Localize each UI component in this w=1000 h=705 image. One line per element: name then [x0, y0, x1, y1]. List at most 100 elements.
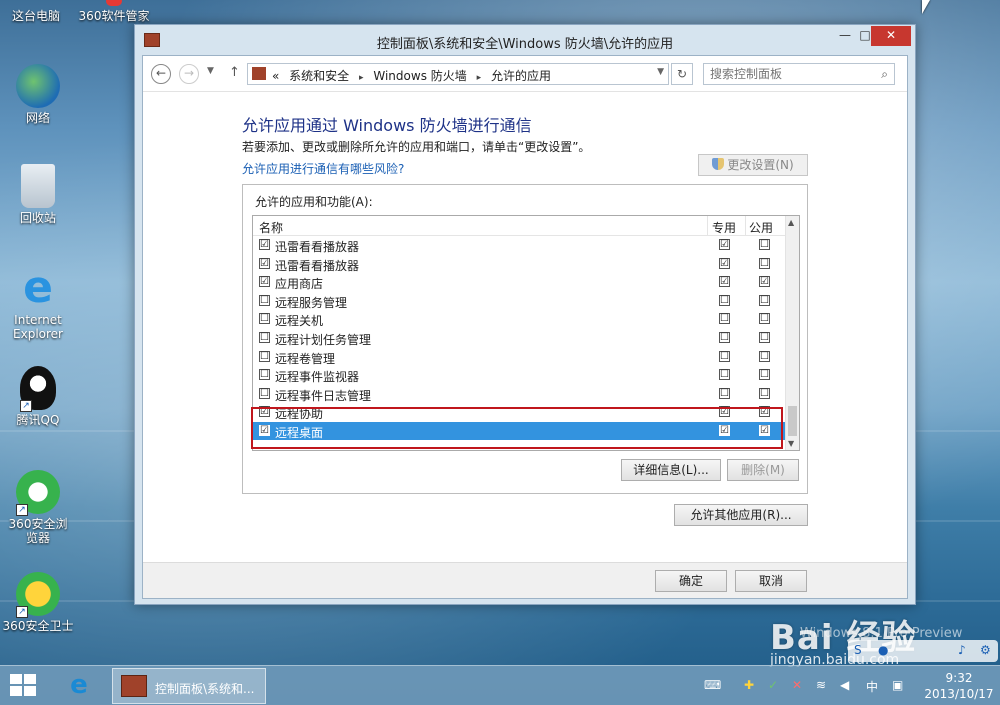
back-button[interactable]: ← [151, 64, 171, 84]
input-language-indicator[interactable]: 中 [866, 678, 878, 695]
column-divider[interactable] [745, 216, 746, 236]
taskbar-control-panel-window[interactable]: 控制面板\系统和... [112, 668, 266, 704]
ok-button[interactable]: 确定 [655, 570, 727, 592]
address-field[interactable]: « 系统和安全 ▸ Windows 防火墙 ▸ 允许的应用 ▼ [247, 63, 669, 85]
list-header: 名称 专用 公用 [253, 216, 799, 236]
public-checkbox[interactable]: ☑ [759, 276, 770, 288]
taskbar-ie-icon[interactable]: e [62, 670, 96, 702]
private-checkbox[interactable]: ☐ [719, 294, 730, 306]
table-row[interactable]: ☐ 远程卷管理 ☐ ☐ [253, 348, 787, 366]
table-row[interactable]: ☑ 迅雷看看播放器 ☑ ☐ [253, 255, 787, 273]
recent-locations-dropdown[interactable]: ▼ [207, 66, 214, 76]
column-divider[interactable] [707, 216, 708, 236]
desktop-icon-label: 360安全卫士 [2, 619, 74, 633]
breadcrumb-separator-icon[interactable]: ▸ [477, 73, 482, 83]
public-checkbox[interactable]: ☐ [759, 369, 770, 381]
desktop-icon-network[interactable]: 网络 [0, 64, 78, 125]
public-checkbox[interactable]: ☐ [759, 387, 770, 399]
mic-icon[interactable]: ● [878, 643, 888, 657]
search-input[interactable] [704, 64, 864, 84]
breadcrumb-separator-icon[interactable]: ▸ [359, 73, 364, 83]
private-checkbox[interactable]: ☐ [719, 332, 730, 343]
public-checkbox[interactable]: ☐ [759, 350, 770, 362]
app-enabled-checkbox[interactable]: ☐ [259, 332, 270, 343]
private-checkbox[interactable]: ☑ [719, 276, 730, 288]
breadcrumb-allowed-apps[interactable]: 允许的应用 [491, 69, 551, 83]
clock[interactable]: 9:32 2013/10/17 [920, 670, 998, 702]
dialog-footer: 确定 取消 [143, 562, 907, 598]
main-content: 允许应用通过 Windows 防火墙进行通信 若要添加、更改或删除所允许的应用和… [143, 92, 907, 562]
network-signal-icon[interactable]: ≋ [816, 678, 826, 692]
app-enabled-checkbox[interactable]: ☐ [259, 369, 270, 381]
app-enabled-checkbox[interactable]: ☑ [259, 239, 270, 250]
risk-info-link[interactable]: 允许应用进行通信有哪些风险? [242, 160, 404, 177]
cancel-button[interactable]: 取消 [735, 570, 807, 592]
minimize-button[interactable]: — [833, 26, 857, 46]
desktop-icon-360-software[interactable]: 360软件管家 [74, 0, 154, 23]
app-enabled-checkbox[interactable]: ☑ [259, 276, 270, 288]
scroll-thumb[interactable] [788, 406, 797, 436]
app-enabled-checkbox[interactable]: ☐ [259, 294, 270, 306]
delete-button[interactable]: 删除(M) [727, 459, 799, 481]
page-description: 若要添加、更改或删除所允许的应用和端口，请单击“更改设置”。 [242, 140, 591, 154]
breadcrumb-overflow[interactable]: « [272, 69, 279, 83]
desktop-icon-qq[interactable]: ↗ 腾讯QQ [0, 366, 78, 427]
title-bar[interactable]: 控制面板\系统和安全\Windows 防火墙\允许的应用 — □ ✕ [135, 25, 915, 55]
settings-icon[interactable]: ⚙ [980, 643, 991, 657]
vertical-scrollbar[interactable]: ▲ ▼ [785, 216, 799, 450]
app-name: 远程服务管理 [275, 295, 348, 310]
tray-check-icon[interactable]: ✓ [768, 678, 778, 692]
close-button[interactable]: ✕ [871, 26, 911, 46]
private-checkbox[interactable]: ☑ [719, 239, 730, 250]
desktop-icon-this-pc[interactable]: 这台电脑 [0, 0, 76, 23]
360-tray-icon[interactable]: ✚ [744, 678, 754, 692]
tray-alert-icon[interactable]: ✕ [792, 678, 802, 692]
scroll-down-icon[interactable]: ▼ [788, 439, 794, 448]
address-dropdown-icon[interactable]: ▼ [657, 67, 664, 77]
app-enabled-checkbox[interactable]: ☐ [259, 350, 270, 362]
table-row[interactable]: ☐ 远程事件监视器 ☐ ☐ [253, 366, 787, 384]
private-checkbox[interactable]: ☐ [719, 350, 730, 362]
column-header-public[interactable]: 公用 [749, 219, 779, 236]
notification-icon[interactable]: ▣ [892, 678, 903, 692]
change-settings-button[interactable]: 更改设置(N) [698, 154, 808, 176]
table-row[interactable]: ☐ 远程事件日志管理 ☐ ☐ [253, 385, 787, 403]
public-checkbox[interactable]: ☐ [759, 332, 770, 343]
table-row[interactable]: ☐ 远程关机 ☐ ☐ [253, 310, 787, 328]
desktop-icon-360-safe[interactable]: ↗ 360安全卫士 [0, 572, 78, 633]
public-checkbox[interactable]: ☐ [759, 294, 770, 306]
forward-button[interactable]: → [179, 64, 199, 84]
start-button[interactable] [10, 674, 38, 698]
public-checkbox[interactable]: ☐ [759, 257, 770, 269]
private-checkbox[interactable]: ☐ [719, 369, 730, 381]
desktop-icon-360-browser[interactable]: ↗ 360安全浏览器 [0, 470, 78, 545]
details-button[interactable]: 详细信息(L)... [621, 459, 721, 481]
table-row[interactable]: ☐ 远程服务管理 ☐ ☐ [253, 292, 787, 310]
up-button[interactable]: ↑ [229, 65, 240, 80]
column-header-private[interactable]: 专用 [712, 219, 742, 236]
public-checkbox[interactable]: ☐ [759, 313, 770, 325]
private-checkbox[interactable]: ☐ [719, 313, 730, 325]
search-icon[interactable]: ⌕ [881, 67, 888, 82]
microphone-icon[interactable]: ♪ [958, 643, 966, 657]
pinyin-icon[interactable]: S [854, 643, 862, 657]
public-checkbox[interactable]: ☐ [759, 239, 770, 250]
refresh-button[interactable]: ↻ [671, 63, 693, 85]
breadcrumb-windows-firewall[interactable]: Windows 防火墙 [373, 69, 466, 83]
keyboard-icon[interactable]: ⌨ [704, 678, 721, 692]
table-row[interactable]: ☑ 迅雷看看播放器 ☑ ☐ [253, 236, 787, 254]
scroll-up-icon[interactable]: ▲ [788, 218, 794, 227]
private-checkbox[interactable]: ☐ [719, 387, 730, 399]
private-checkbox[interactable]: ☑ [719, 257, 730, 269]
app-enabled-checkbox[interactable]: ☐ [259, 387, 270, 399]
table-row[interactable]: ☑ 应用商店 ☑ ☑ [253, 273, 787, 291]
table-row[interactable]: ☐ 远程计划任务管理 ☐ ☐ [253, 329, 787, 347]
volume-icon[interactable]: ◀ [840, 678, 849, 692]
allow-another-app-button[interactable]: 允许其他应用(R)... [674, 504, 808, 526]
breadcrumb-system-security[interactable]: 系统和安全 [289, 69, 349, 83]
app-enabled-checkbox[interactable]: ☐ [259, 313, 270, 325]
app-enabled-checkbox[interactable]: ☑ [259, 257, 270, 269]
desktop-icon-internet-explorer[interactable]: e Internet Explorer [0, 266, 78, 342]
column-header-name[interactable]: 名称 [259, 219, 283, 236]
desktop-icon-recycle-bin[interactable]: 回收站 [0, 164, 78, 225]
